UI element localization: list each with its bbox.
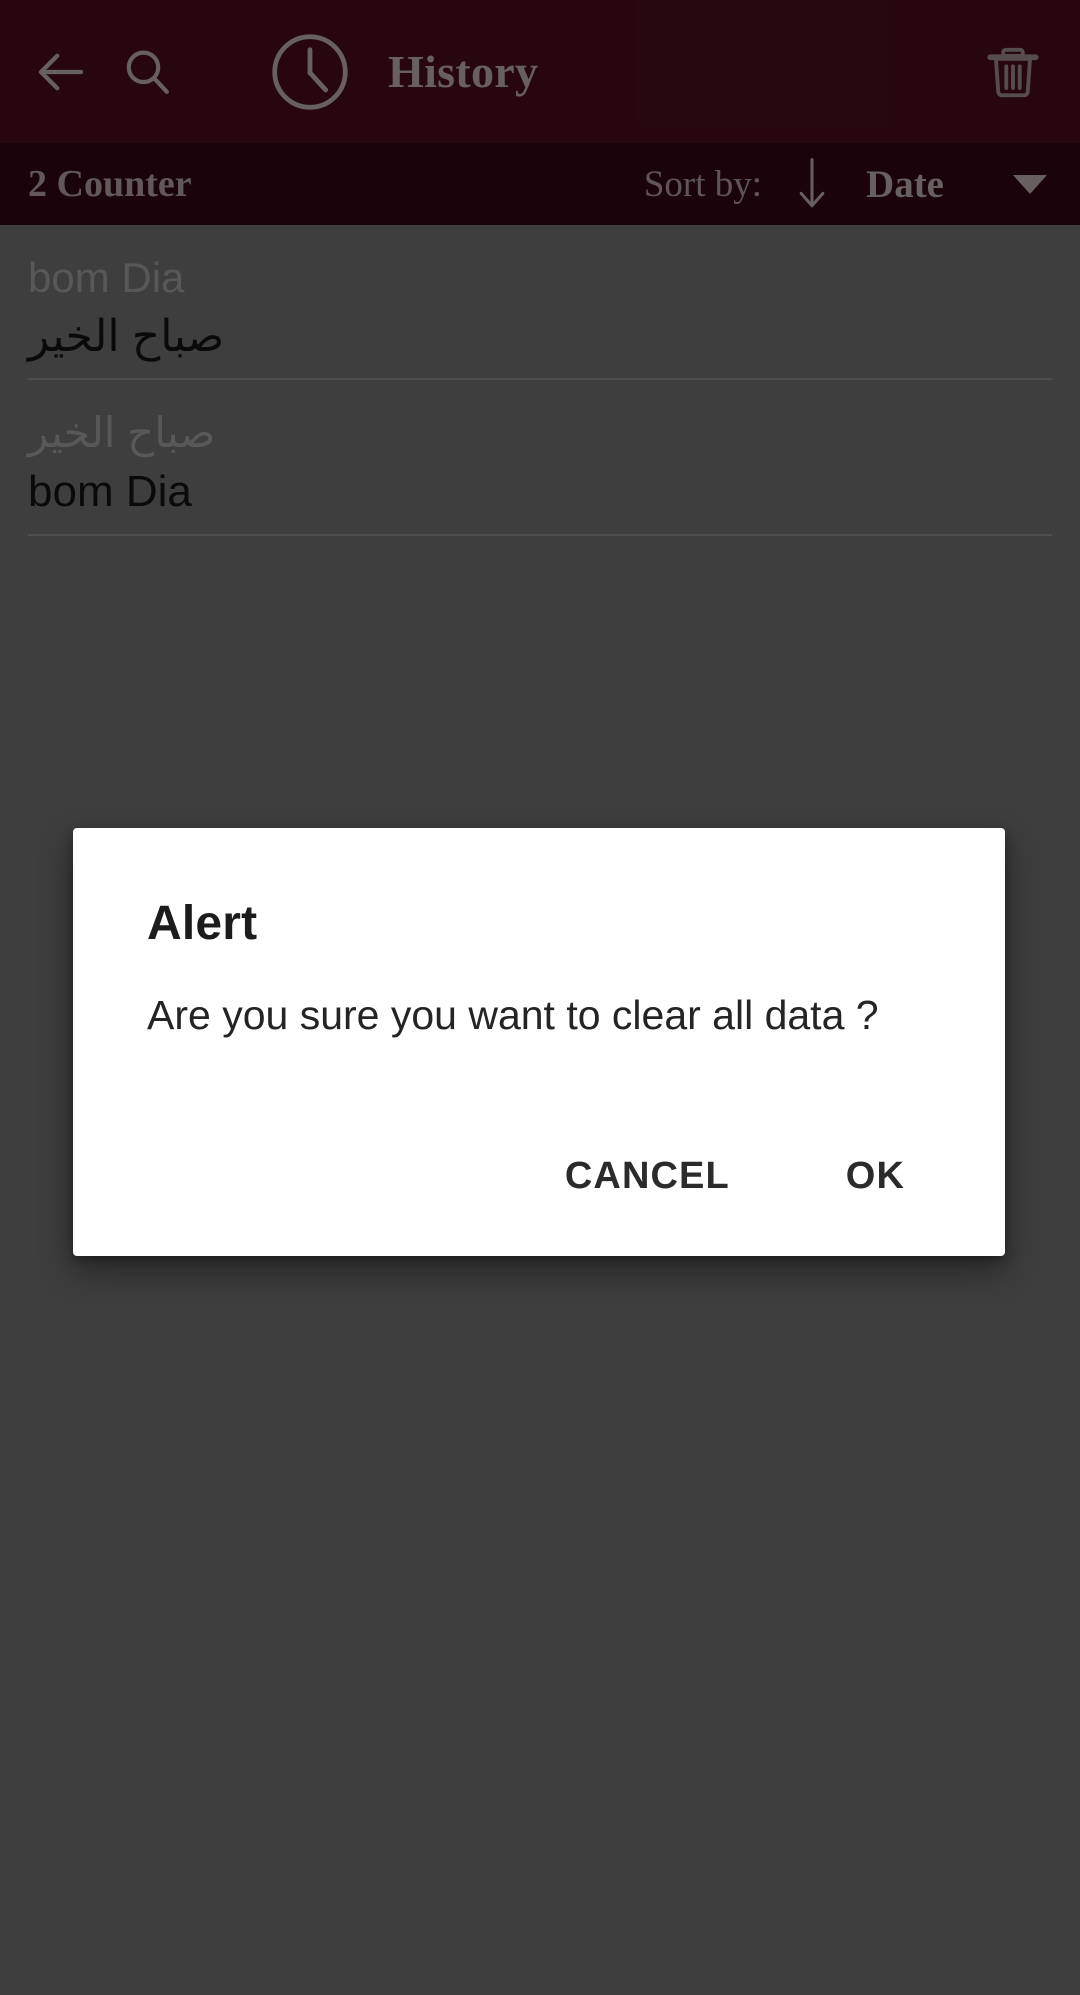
dialog-title: Alert: [147, 897, 258, 950]
dialog-message: Are you sure you want to clear all data …: [147, 992, 879, 1038]
alert-dialog: Alert Are you sure you want to clear all…: [73, 828, 1005, 1257]
dialog-actions: CANCEL OK: [73, 1041, 1005, 1256]
ok-button[interactable]: OK: [816, 1137, 935, 1216]
cancel-button[interactable]: CANCEL: [535, 1137, 760, 1216]
